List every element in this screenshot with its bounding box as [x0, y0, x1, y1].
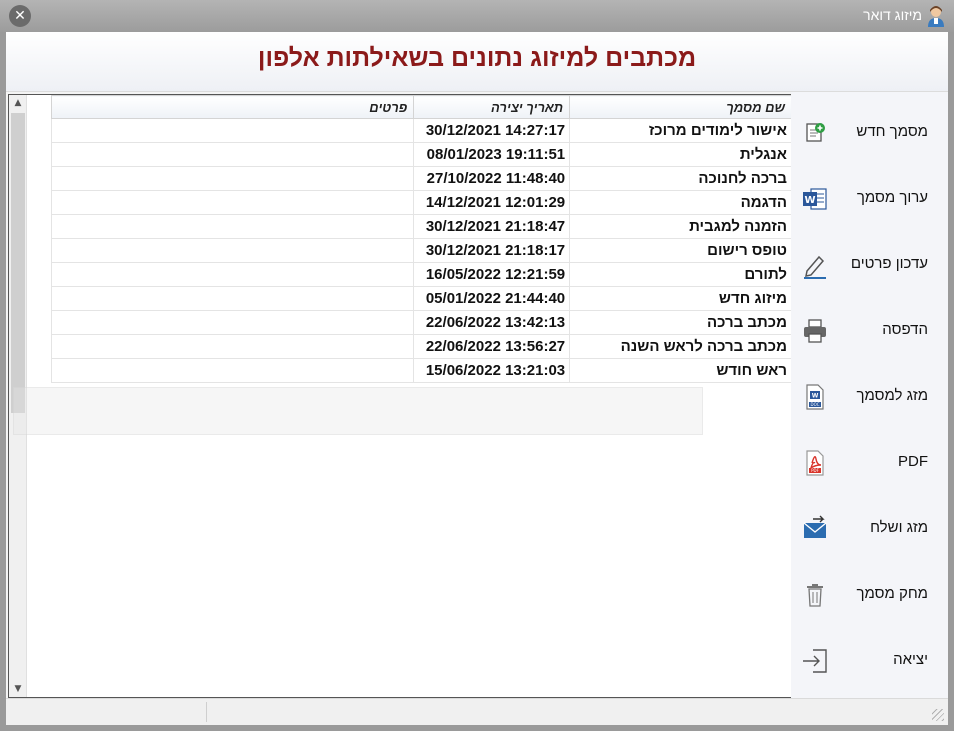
column-header-details[interactable]: פרטים [50, 95, 415, 119]
cell-name: ראש חודש [569, 358, 792, 383]
status-bar [6, 698, 948, 725]
svg-text:W: W [804, 195, 815, 206]
table-row[interactable]: הזמנה למגבית 30/12/2021 21:18:47 [50, 214, 792, 239]
cell-name: מכתב ברכה לראש השנה [569, 334, 792, 359]
cell-name: אנגלית [569, 142, 792, 167]
page-title: מכתבים למיזוג נתונים בשאילתות אלפון [257, 44, 697, 72]
edit-document-button[interactable]: W ערוך מסמך [791, 166, 948, 232]
word-icon: W [803, 188, 827, 210]
window-title: מיזוג דואר [863, 7, 922, 23]
cell-date: 22/06/2022 13:56:27 [413, 334, 571, 359]
print-button[interactable]: הדפסה [791, 298, 948, 364]
cell-name: טופס רישום [569, 238, 792, 263]
header: מכתבים למיזוג נתונים בשאילתות אלפון [6, 32, 948, 92]
new-document-button[interactable]: מסמך חדש [791, 100, 948, 166]
cell-date: 30/12/2021 21:18:47 [413, 214, 571, 239]
table-row[interactable]: מכתב ברכה לראש השנה 22/06/2022 13:56:27 [50, 334, 792, 359]
cell-name: ברכה לחנוכה [569, 166, 792, 191]
scroll-down-icon[interactable]: ▼ [12, 684, 24, 694]
cell-details [50, 214, 415, 239]
action-panel: מסמך חדש W ערוך מסמך עדכון פרטים הדפסה W… [791, 92, 948, 698]
table-row[interactable]: אנגלית 08/01/2023 19:11:51 [50, 142, 792, 167]
cell-details [50, 310, 415, 335]
cell-date: 30/12/2021 14:27:17 [413, 118, 571, 143]
new-document-label: מסמך חדש [856, 123, 928, 140]
cell-details [50, 166, 415, 191]
cell-date: 16/05/2022 12:21:59 [413, 262, 571, 287]
update-details-button[interactable]: עדכון פרטים [791, 232, 948, 298]
edit-document-label: ערוך מסמך [856, 189, 928, 206]
cell-name: לתורם [569, 262, 792, 287]
resize-grip-icon[interactable] [932, 709, 944, 721]
svg-text:PDF: PDF [811, 468, 819, 473]
svg-text:DOC: DOC [810, 402, 819, 407]
cell-date: 15/06/2022 13:21:03 [413, 358, 571, 383]
table-row[interactable]: הדגמה 14/12/2021 12:01:29 [50, 190, 792, 215]
status-separator [206, 702, 207, 722]
table-row[interactable]: מיזוג חדש 05/01/2022 21:44:40 [50, 286, 792, 311]
trash-icon [807, 584, 823, 607]
doc-file-icon: W DOC [806, 384, 824, 410]
cell-details [50, 238, 415, 263]
svg-text:W: W [812, 393, 819, 400]
table-row[interactable]: מכתב ברכה 22/06/2022 13:42:13 [50, 310, 792, 335]
merge-to-document-label: מזג למסמך [856, 387, 928, 404]
cell-name: אישור לימודים מרוכז [569, 118, 792, 143]
cell-details [50, 118, 415, 143]
merge-to-document-button[interactable]: W DOC מזג למסמך [791, 364, 948, 430]
table-row[interactable]: אישור לימודים מרוכז 30/12/2021 14:27:17 [50, 118, 792, 143]
table-header-row: שם מסמך תאריך יצירה פרטים [50, 95, 792, 119]
cell-date: 14/12/2021 12:01:29 [413, 190, 571, 215]
cell-date: 30/12/2021 21:18:17 [413, 238, 571, 263]
column-header-name[interactable]: שם מסמך [569, 95, 792, 119]
cell-details [50, 334, 415, 359]
cell-date: 22/06/2022 13:42:13 [413, 310, 571, 335]
exit-label: יציאה [893, 651, 928, 668]
title-bar[interactable]: ✕ מיזוג דואר [0, 0, 954, 32]
cell-details [50, 190, 415, 215]
documents-table: שם מסמך תאריך יצירה פרטים אישור לימודים … [50, 95, 792, 383]
cell-details [50, 286, 415, 311]
cell-name: הזמנה למגבית [569, 214, 792, 239]
delete-document-label: מחק מסמך [856, 585, 928, 602]
scroll-up-icon[interactable]: ▲ [12, 98, 24, 108]
cell-details [50, 358, 415, 383]
print-label: הדפסה [882, 321, 928, 338]
merge-and-send-label: מזג ושלח [870, 519, 928, 536]
table-row[interactable]: טופס רישום 30/12/2021 21:18:17 [50, 238, 792, 263]
exit-button[interactable]: יציאה [791, 628, 948, 694]
table-row[interactable]: לתורם 16/05/2022 12:21:59 [50, 262, 792, 287]
table-row[interactable]: ראש חודש 15/06/2022 13:21:03 [50, 358, 792, 383]
user-avatar-icon [928, 6, 944, 27]
printer-icon [804, 319, 826, 343]
cell-date: 08/01/2023 19:11:51 [413, 142, 571, 167]
documents-grid[interactable]: ▲ ▼ שם מסמך תאריך יצירה פרטים אישור לימו… [8, 94, 792, 698]
close-icon: ✕ [14, 8, 26, 24]
cell-date: 27/10/2022 11:48:40 [413, 166, 571, 191]
update-details-label: עדכון פרטים [850, 255, 928, 272]
cell-date: 05/01/2022 21:44:40 [413, 286, 571, 311]
column-header-date[interactable]: תאריך יצירה [413, 95, 571, 119]
client-area: מכתבים למיזוג נתונים בשאילתות אלפון ▲ ▼ … [6, 32, 948, 725]
pdf-icon: PDF [806, 450, 824, 476]
close-button[interactable]: ✕ [9, 5, 31, 27]
cell-details [50, 142, 415, 167]
faded-overlay [13, 387, 703, 435]
cell-name: מכתב ברכה [569, 310, 792, 335]
pdf-label: PDF [898, 453, 928, 470]
cell-name: הדגמה [569, 190, 792, 215]
cell-details [50, 262, 415, 287]
cell-name: מיזוג חדש [569, 286, 792, 311]
exit-icon [803, 649, 827, 673]
envelope-send-icon [803, 515, 827, 538]
mail-merge-window: ✕ מיזוג דואר מכתבים למיזוג נתונים בשאילת… [0, 0, 954, 731]
pen-icon [804, 255, 826, 279]
delete-document-button[interactable]: מחק מסמך [791, 562, 948, 628]
table-row[interactable]: ברכה לחנוכה 27/10/2022 11:48:40 [50, 166, 792, 191]
merge-and-send-button[interactable]: מזג ושלח [791, 496, 948, 562]
pdf-button[interactable]: PDF PDF [791, 430, 948, 496]
new-document-icon [806, 123, 825, 142]
scroll-thumb[interactable] [11, 113, 25, 413]
